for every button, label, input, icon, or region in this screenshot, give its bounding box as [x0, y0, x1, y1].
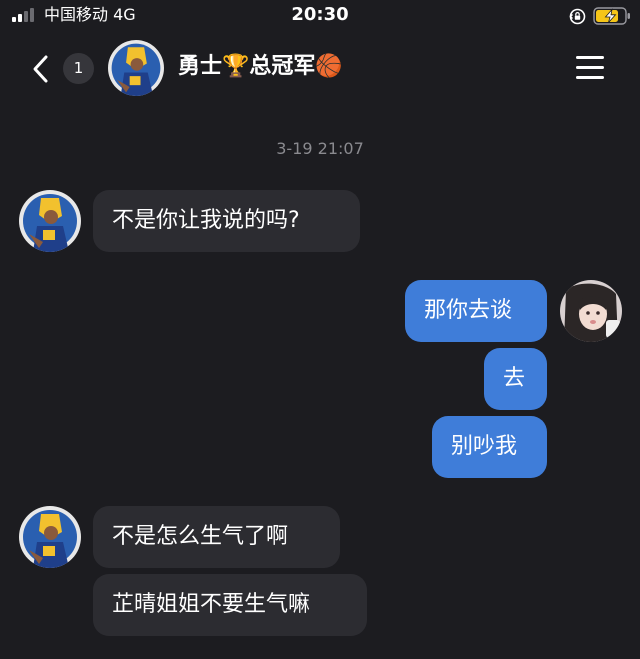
incoming-message-bubble[interactable]: 不是怎么生气了啊 — [93, 506, 340, 568]
battery-charging-icon — [593, 7, 630, 25]
warriors-player-avatar-icon — [19, 190, 81, 252]
outgoing-message-bubble[interactable]: 去 — [484, 348, 547, 410]
outgoing-message-bubble[interactable]: 别吵我 — [432, 416, 547, 478]
warriors-player-avatar-icon — [19, 506, 81, 568]
incoming-message-bubble[interactable]: 芷晴姐姐不要生气嘛 — [93, 574, 367, 636]
outgoing-message-bubble[interactable]: 那你去谈 — [405, 280, 547, 342]
message-timestamp: 3-19 21:07 — [276, 139, 364, 158]
status-bar: 中国移动 4G 20:30 — [0, 0, 640, 34]
chat-title: 勇士🏆总冠军🏀 — [178, 54, 343, 79]
status-time: 20:30 — [291, 4, 349, 25]
back-button[interactable] — [26, 49, 56, 89]
unread-count-badge: 1 — [63, 53, 94, 84]
warriors-player-avatar-icon — [108, 40, 164, 96]
sender-avatar[interactable] — [19, 190, 81, 252]
girl-photo-avatar-icon — [560, 280, 622, 342]
hamburger-menu-icon[interactable] — [574, 54, 606, 82]
sender-avatar[interactable] — [19, 506, 81, 568]
chat-header: 1 勇士🏆总冠军🏀 — [0, 34, 640, 102]
incoming-message-bubble[interactable]: 不是你让我说的吗? — [93, 190, 360, 252]
my-avatar[interactable] — [560, 280, 622, 342]
rotation-lock-icon — [569, 8, 586, 25]
group-avatar[interactable] — [108, 40, 164, 96]
